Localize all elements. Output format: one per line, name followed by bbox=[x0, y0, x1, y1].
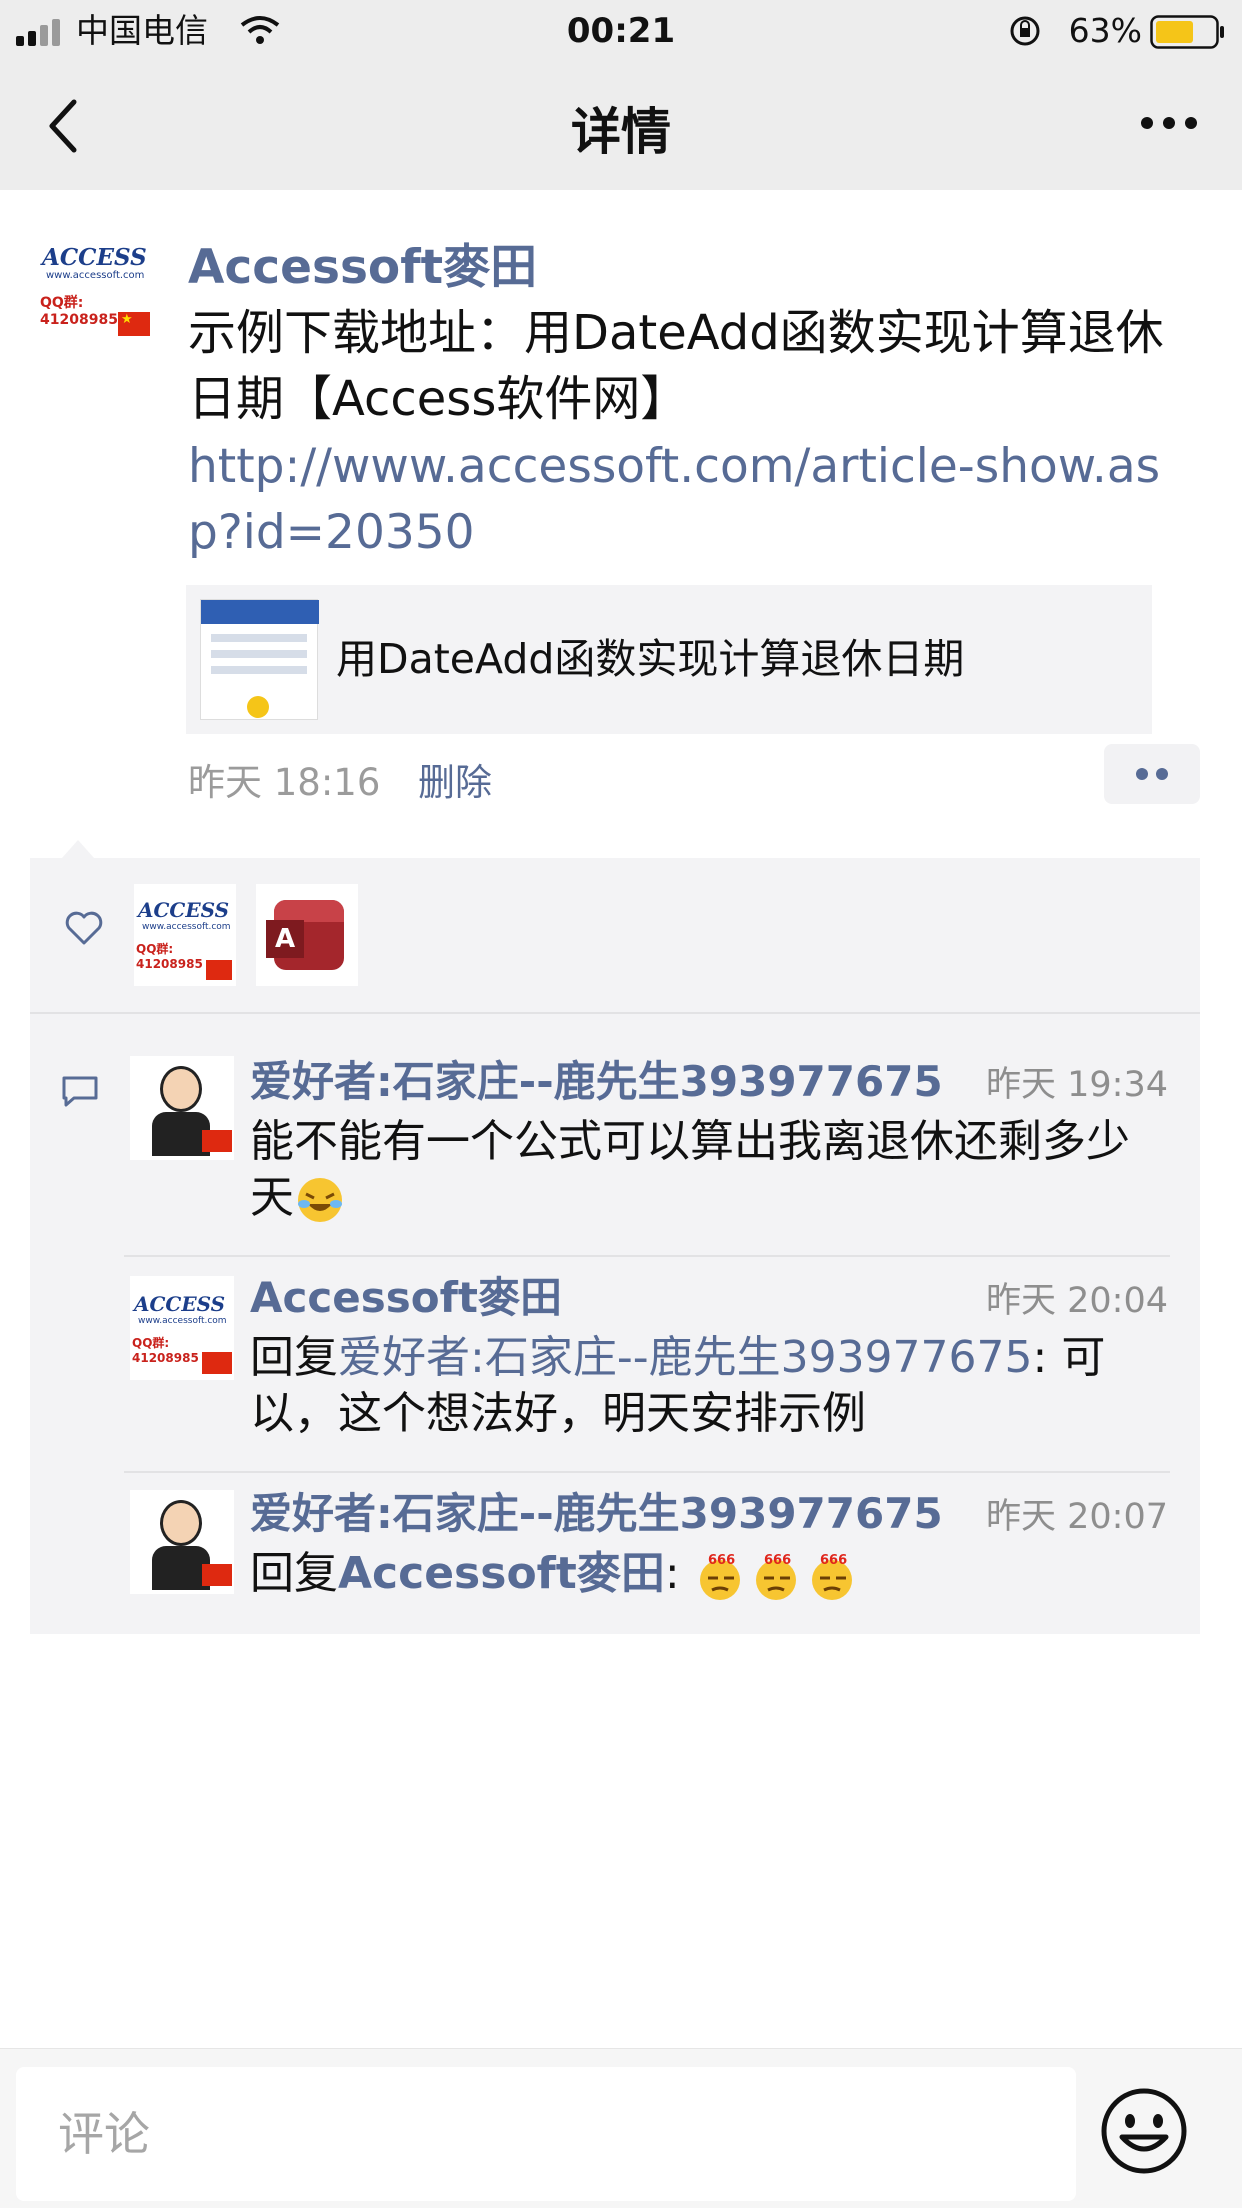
logo-site: www.accessoft.com bbox=[138, 1316, 227, 1326]
post-author-avatar[interactable]: ACCESS www.accessoft.com QQ群: 41208985 ★ bbox=[38, 240, 156, 340]
heart-icon bbox=[65, 911, 103, 945]
comment-icon bbox=[62, 1076, 98, 1107]
rotation-lock-icon bbox=[1010, 16, 1040, 46]
crying-laughing-emoji bbox=[298, 1178, 342, 1222]
post-text: 示例下载地址：用DateAdd函数实现计算退休日期【Access软件网】 bbox=[188, 305, 1164, 427]
reply-prefix: 回复 bbox=[250, 1332, 338, 1383]
comment-author[interactable]: 爱好者:石家庄--鹿先生393977675 bbox=[250, 1048, 943, 1109]
panel-caret bbox=[62, 840, 94, 858]
666-emoji: 666 666 666 bbox=[699, 1553, 852, 1600]
post-author-name[interactable]: Accessoft麥田 bbox=[188, 228, 537, 297]
comment-text: 回复爱好者:石家庄--鹿先生393977675: 可以，这个想法好，明天安排示例 bbox=[250, 1332, 1106, 1439]
comment-author[interactable]: 爱好者:石家庄--鹿先生393977675 bbox=[250, 1480, 943, 1541]
battery-percent: 63% bbox=[1068, 11, 1142, 50]
comment-author[interactable]: Accessoft麥田 bbox=[250, 1264, 562, 1325]
status-bar: 中国电信 00:21 63% bbox=[0, 0, 1242, 62]
logo-site: www.accessoft.com bbox=[142, 922, 231, 932]
comment-divider bbox=[124, 1255, 1170, 1257]
emoji-icon[interactable] bbox=[1100, 2087, 1188, 2175]
battery-icon bbox=[1150, 15, 1224, 49]
post-action-button[interactable] bbox=[1104, 744, 1200, 804]
likes-divider bbox=[30, 1012, 1200, 1014]
flag-icon bbox=[202, 1352, 232, 1374]
comment-time: 昨天 19:34 bbox=[986, 1065, 1168, 1105]
delete-button[interactable]: 删除 bbox=[418, 752, 492, 806]
comment-avatar[interactable]: ACCESS www.accessoft.com QQ群: 41208985 bbox=[130, 1276, 234, 1380]
comment-input[interactable]: 评论 bbox=[16, 2067, 1076, 2201]
logo-word: ACCESS bbox=[138, 898, 230, 922]
access-app-icon: A bbox=[266, 900, 344, 970]
flag-icon bbox=[202, 1564, 232, 1586]
post-time: 昨天 18:16 bbox=[188, 761, 381, 804]
link-thumbnail bbox=[200, 599, 319, 720]
comment-input-bar: 评论 bbox=[0, 2048, 1242, 2208]
comment-divider bbox=[124, 1471, 1170, 1473]
flag-icon bbox=[206, 960, 232, 980]
liker-avatar[interactable]: ACCESS www.accessoft.com QQ群: 41208985 bbox=[134, 884, 236, 986]
reply-target[interactable]: Accessoft麥田 bbox=[338, 1548, 665, 1599]
comment-time: 昨天 20:04 bbox=[986, 1281, 1168, 1321]
comment-time: 昨天 20:07 bbox=[986, 1497, 1168, 1537]
svg-text:666: 666 bbox=[764, 1553, 791, 1568]
comment-text: 能不能有一个公式可以算出我离退休还剩多少天 bbox=[250, 1114, 1170, 1226]
more-icon[interactable] bbox=[1140, 116, 1198, 130]
page-title: 详情 bbox=[571, 103, 671, 161]
logo-word: ACCESS bbox=[42, 244, 147, 271]
clock-time: 00:21 bbox=[566, 11, 676, 51]
comment-input-placeholder: 评论 bbox=[58, 2107, 150, 2161]
liker-avatar[interactable]: A bbox=[256, 884, 358, 986]
reply-prefix: 回复 bbox=[250, 1548, 338, 1599]
svg-text:666: 666 bbox=[708, 1553, 735, 1568]
interaction-panel: ACCESS www.accessoft.com QQ群: 41208985 A… bbox=[30, 858, 1200, 1634]
post-url-link[interactable]: http://www.accessoft.com/article-show.as… bbox=[188, 434, 1208, 566]
svg-text:666: 666 bbox=[820, 1553, 847, 1568]
flag-icon bbox=[202, 1130, 232, 1152]
action-dot-icon bbox=[1156, 768, 1168, 780]
link-card[interactable]: 用DateAdd函数实现计算退休日期 bbox=[186, 585, 1152, 734]
flag-icon: ★ bbox=[118, 312, 150, 336]
comment-text: 回复Accessoft麥田: 666 666 666 bbox=[250, 1546, 1170, 1604]
comment-avatar[interactable] bbox=[130, 1490, 234, 1594]
comment-avatar[interactable] bbox=[130, 1056, 234, 1160]
logo-word: ACCESS bbox=[134, 1292, 226, 1316]
logo-site: www.accessoft.com bbox=[46, 270, 145, 281]
action-dot-icon bbox=[1136, 768, 1148, 780]
link-title: 用DateAdd函数实现计算退休日期 bbox=[336, 635, 965, 683]
reply-target[interactable]: 爱好者:石家庄--鹿先生393977675 bbox=[338, 1332, 1033, 1383]
